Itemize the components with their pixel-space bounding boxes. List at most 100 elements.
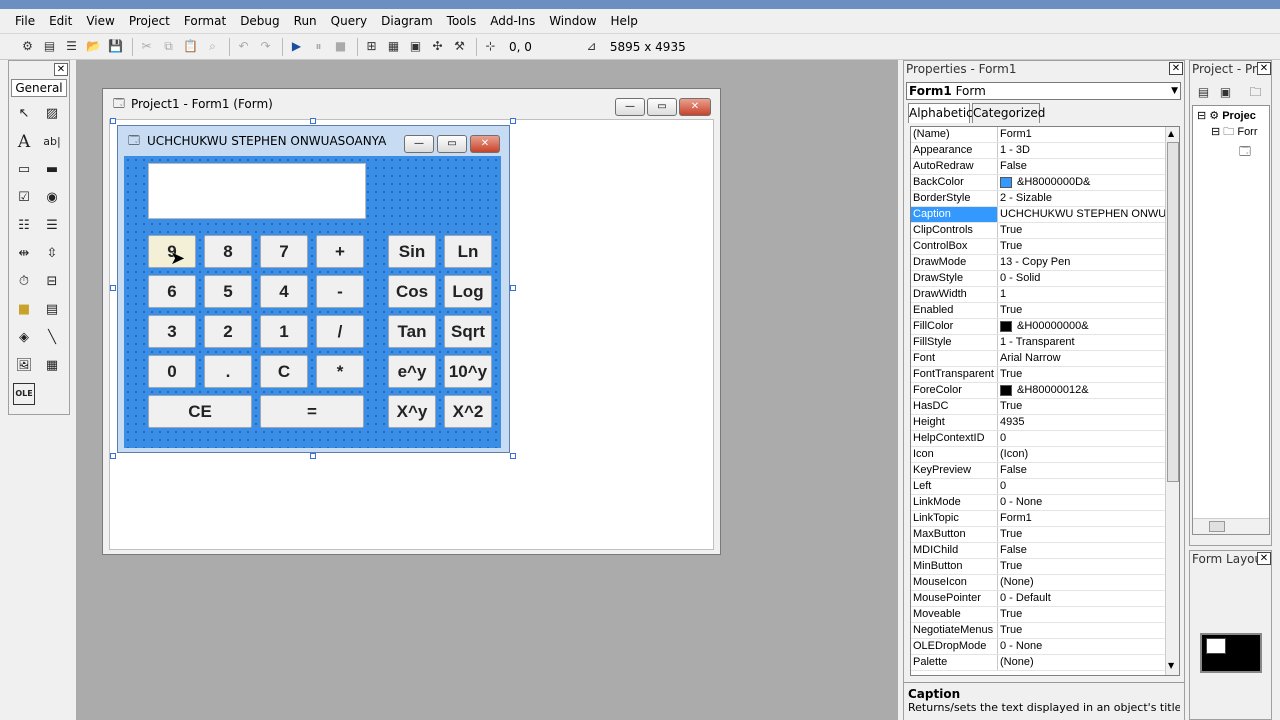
calc-button[interactable]: 4 bbox=[260, 275, 308, 308]
calc-button[interactable]: 7 bbox=[260, 235, 308, 268]
data-icon[interactable]: ▦ bbox=[41, 355, 63, 377]
calc-button[interactable]: 5 bbox=[204, 275, 252, 308]
object-selector[interactable]: Form1 Form ▼ bbox=[906, 82, 1181, 100]
textbox-icon[interactable]: ab| bbox=[41, 131, 63, 153]
property-value[interactable]: 13 - Copy Pen bbox=[998, 255, 1165, 270]
resize-handle[interactable] bbox=[510, 285, 516, 291]
property-value[interactable]: 0 - None bbox=[998, 495, 1165, 510]
property-value[interactable]: 0 bbox=[998, 479, 1165, 494]
calculator-form[interactable]: 🗔 UCHCHUKWU STEPHEN ONWUASOANYA — ▭ ✕ 98… bbox=[117, 125, 510, 453]
calc-button[interactable]: 1 bbox=[260, 315, 308, 348]
property-row[interactable]: (Name) Form1 bbox=[911, 127, 1165, 143]
property-row[interactable]: Moveable True bbox=[911, 607, 1165, 623]
property-row[interactable]: NegotiateMenus True bbox=[911, 623, 1165, 639]
timer-icon[interactable]: ⏱ bbox=[13, 271, 35, 293]
property-value[interactable]: True bbox=[998, 607, 1165, 622]
property-row[interactable]: LinkTopic Form1 bbox=[911, 511, 1165, 527]
open-icon[interactable]: 📂 bbox=[84, 37, 103, 56]
property-value[interactable]: &H8000000D& bbox=[998, 175, 1165, 190]
property-row[interactable]: BorderStyle 2 - Sizable bbox=[911, 191, 1165, 207]
menu-query[interactable]: Query bbox=[324, 14, 374, 28]
calc-button[interactable]: / bbox=[316, 315, 364, 348]
property-value[interactable]: 0 bbox=[998, 431, 1165, 446]
calc-function-button[interactable]: Cos bbox=[388, 275, 436, 308]
resize-handle[interactable] bbox=[510, 453, 516, 459]
property-row[interactable]: BackColor &H8000000D& bbox=[911, 175, 1165, 191]
calc-button-clear-entry[interactable]: CE bbox=[148, 395, 252, 428]
property-value[interactable]: 0 - Default bbox=[998, 591, 1165, 606]
maximize-button[interactable]: ▭ bbox=[647, 98, 677, 116]
tab-categorized[interactable]: Categorized bbox=[972, 103, 1045, 123]
minimize-button[interactable]: — bbox=[615, 98, 645, 116]
menu-project[interactable]: Project bbox=[122, 14, 177, 28]
calc-button[interactable]: . bbox=[204, 355, 252, 388]
property-row[interactable]: MDIChild False bbox=[911, 543, 1165, 559]
calc-button[interactable]: 6 bbox=[148, 275, 196, 308]
toolbox-tab-general[interactable]: General bbox=[11, 79, 67, 97]
calc-function-button[interactable]: Sqrt bbox=[444, 315, 492, 348]
tree-item-project[interactable]: ⊟ ⚙ Projec bbox=[1193, 106, 1269, 122]
calc-function-button[interactable]: e^y bbox=[388, 355, 436, 388]
property-value[interactable]: Form1 bbox=[998, 127, 1165, 142]
scroll-thumb[interactable] bbox=[1209, 521, 1225, 532]
dirlistbox-icon[interactable]: ■ bbox=[13, 299, 35, 321]
menu-window[interactable]: Window bbox=[542, 14, 603, 28]
optionbutton-icon[interactable]: ◉ bbox=[41, 187, 63, 209]
calc-button[interactable]: 8 bbox=[204, 235, 252, 268]
tree-item-form1[interactable]: 🗔 bbox=[1193, 142, 1269, 162]
property-value[interactable]: &H80000012& bbox=[998, 383, 1165, 398]
property-value[interactable]: 1 - Transparent bbox=[998, 335, 1165, 350]
property-value[interactable]: True bbox=[998, 623, 1165, 638]
calc-button[interactable]: - bbox=[316, 275, 364, 308]
scroll-thumb[interactable] bbox=[1167, 142, 1179, 482]
start-icon[interactable]: ▶ bbox=[287, 37, 306, 56]
calculator-display[interactable] bbox=[148, 163, 366, 219]
property-row[interactable]: OLEDropMode 0 - None bbox=[911, 639, 1165, 655]
listbox-icon[interactable]: ☰ bbox=[41, 215, 63, 237]
property-value[interactable]: False bbox=[998, 463, 1165, 478]
property-row[interactable]: Enabled True bbox=[911, 303, 1165, 319]
line-icon[interactable]: ╲ bbox=[41, 327, 63, 349]
tree-item-forms[interactable]: ⊟ 🗀 Forr bbox=[1193, 122, 1269, 142]
property-row[interactable]: Icon (Icon) bbox=[911, 447, 1165, 463]
minimize-button[interactable]: — bbox=[404, 135, 434, 153]
close-icon[interactable]: ✕ bbox=[54, 63, 68, 76]
hscrollbar-icon[interactable]: ⇹ bbox=[13, 243, 35, 265]
close-button[interactable]: ✕ bbox=[679, 98, 711, 116]
calc-button[interactable]: + bbox=[316, 235, 364, 268]
menu-view[interactable]: View bbox=[79, 14, 121, 28]
view-object-icon[interactable]: ▣ bbox=[1216, 83, 1235, 102]
property-row[interactable]: Appearance 1 - 3D bbox=[911, 143, 1165, 159]
scroll-down-icon[interactable]: ▼ bbox=[1168, 661, 1174, 670]
project-explorer-icon[interactable]: ⊞ bbox=[362, 37, 381, 56]
calc-button[interactable]: C bbox=[260, 355, 308, 388]
image-icon[interactable]: 🖼 bbox=[13, 355, 35, 377]
calc-function-button[interactable]: Log bbox=[444, 275, 492, 308]
form-layout-icon[interactable]: ▣ bbox=[406, 37, 425, 56]
property-value[interactable]: 4935 bbox=[998, 415, 1165, 430]
picturebox-icon[interactable]: ▨ bbox=[41, 103, 63, 125]
view-code-icon[interactable]: ▤ bbox=[1194, 83, 1213, 102]
calc-button[interactable]: 3 bbox=[148, 315, 196, 348]
menu-edit[interactable]: Edit bbox=[42, 14, 79, 28]
property-value[interactable]: &H00000000& bbox=[998, 319, 1165, 334]
property-value[interactable]: 1 - 3D bbox=[998, 143, 1165, 158]
property-row[interactable]: KeyPreview False bbox=[911, 463, 1165, 479]
property-value[interactable]: 2 - Sizable bbox=[998, 191, 1165, 206]
pointer-icon[interactable]: ↖ bbox=[13, 103, 35, 125]
close-button[interactable]: ✕ bbox=[470, 135, 500, 153]
chevron-down-icon[interactable]: ▼ bbox=[1171, 83, 1178, 99]
property-scrollbar[interactable]: ▲ ▼ bbox=[1165, 127, 1179, 675]
menu-editor-icon[interactable]: ☰ bbox=[62, 37, 81, 56]
close-icon[interactable]: ✕ bbox=[1169, 62, 1183, 75]
break-icon[interactable]: ⏸ bbox=[309, 37, 328, 56]
calc-button[interactable]: 2 bbox=[204, 315, 252, 348]
scroll-up-icon[interactable]: ▲ bbox=[1168, 129, 1174, 138]
drivelistbox-icon[interactable]: ⊟ bbox=[41, 271, 63, 293]
cut-icon[interactable]: ✂ bbox=[137, 37, 156, 56]
undo-icon[interactable]: ↶ bbox=[234, 37, 253, 56]
resize-handle[interactable] bbox=[310, 453, 316, 459]
menu-debug[interactable]: Debug bbox=[233, 14, 286, 28]
add-project-icon[interactable]: ⚙ bbox=[18, 37, 37, 56]
property-value[interactable]: True bbox=[998, 399, 1165, 414]
